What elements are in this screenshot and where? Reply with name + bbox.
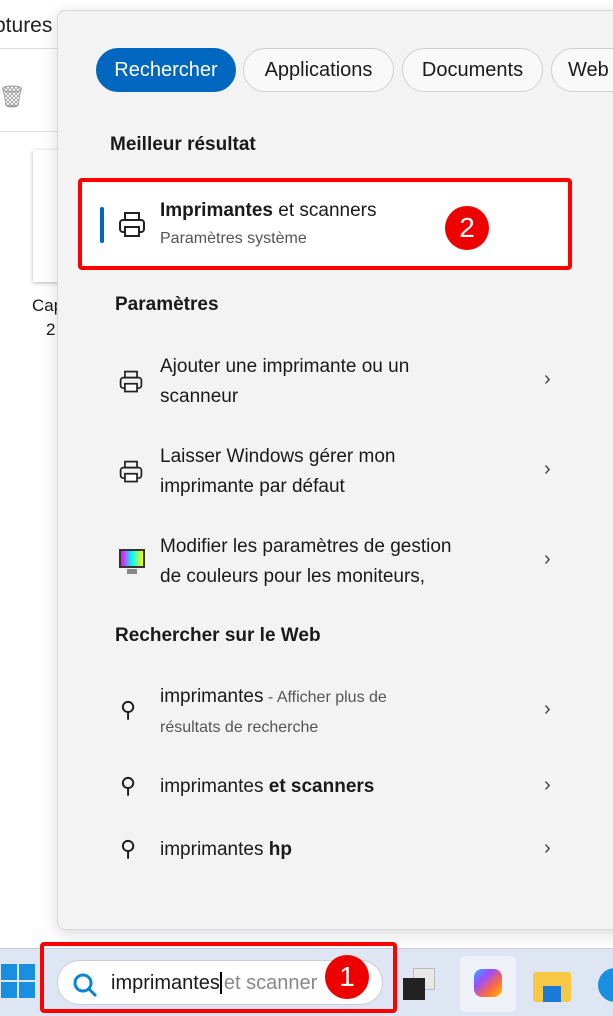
search-icon: ⚲ [120, 697, 137, 722]
printer-icon [119, 212, 145, 237]
printer-icon [119, 460, 143, 483]
tab-documents[interactable]: Documents [402, 48, 543, 92]
best-result-title: Imprimantes et scanners [160, 200, 377, 221]
chevron-right-icon: › [544, 368, 551, 390]
search-icon: ⚲ [120, 773, 137, 798]
web-result-label: imprimantes - Afficher plus de résultats … [160, 686, 387, 736]
printer-icon [119, 370, 143, 393]
web-result-label: imprimantes et scanners [160, 776, 375, 797]
search-icon: ⚲ [120, 836, 137, 861]
best-result-subtitle: Paramètres système [160, 230, 307, 247]
chevron-right-icon: › [544, 548, 551, 570]
divider [0, 48, 60, 49]
trash-icon[interactable]: 🗑 [0, 84, 26, 110]
chevron-right-icon: › [544, 698, 551, 720]
chevron-right-icon: › [544, 458, 551, 480]
step-badge-2: 2 [445, 206, 489, 250]
best-result-header: Meilleur résultat [110, 134, 256, 155]
copilot-icon[interactable] [460, 956, 516, 1012]
step-badge-1: 1 [325, 955, 369, 999]
settings-item-label: Laisser Windows gérer mon imprimante par … [160, 446, 396, 497]
settings-item-label: Modifier les paramètres de gestion de cou… [160, 536, 452, 587]
settings-item-label: Ajouter une imprimante ou un scanneur [160, 356, 410, 407]
selection-indicator [100, 207, 104, 243]
web-search-header: Rechercher sur le Web [115, 625, 321, 646]
tab-applications[interactable]: Applications [243, 48, 394, 92]
chevron-right-icon: › [544, 774, 551, 796]
settings-header: Paramètres [115, 294, 219, 315]
task-view-icon[interactable] [403, 968, 437, 1002]
chevron-right-icon: › [544, 837, 551, 859]
windows-start-icon[interactable] [1, 964, 35, 998]
monitor-color-icon [119, 549, 145, 574]
tab-rechercher[interactable]: Rechercher [96, 48, 236, 92]
tab-web[interactable]: Web [551, 48, 613, 92]
web-result-label: imprimantes hp [160, 839, 292, 860]
explorer-toolbar: 🗑 [0, 62, 60, 132]
file-explorer-icon[interactable] [533, 968, 571, 1002]
